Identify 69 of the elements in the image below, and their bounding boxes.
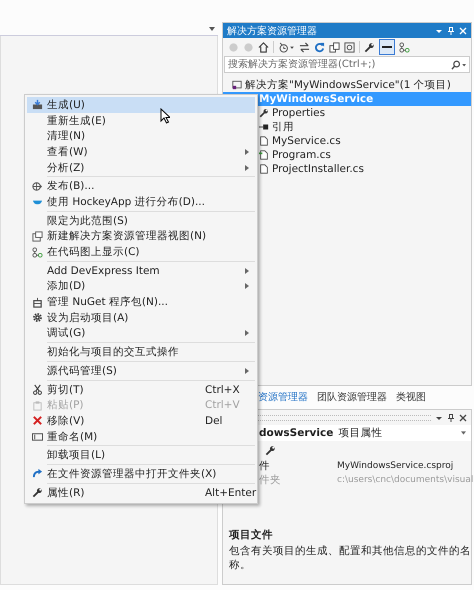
tree-item[interactable]: MyService.cs: [272, 135, 341, 147]
code-map-icon[interactable]: [399, 42, 410, 52]
menu-item[interactable]: 发布(B)...: [27, 178, 255, 194]
delete-icon: [32, 415, 42, 426]
tab[interactable]: 资源管理器: [258, 390, 308, 404]
tree-item[interactable]: Program.cs: [272, 149, 331, 161]
reference-icon: [259, 122, 269, 132]
panel-title: 解决方案资源管理器: [227, 24, 318, 38]
gear-icon: [32, 312, 42, 324]
description-text: 包含有关项目的生成、配置和其他信息的文件的名称。: [229, 544, 471, 572]
wrench-icon[interactable]: [364, 42, 375, 52]
sync-icon[interactable]: [299, 42, 310, 52]
rename-icon: [32, 431, 42, 442]
file-icon: [259, 136, 269, 146]
tab[interactable]: 类视图: [396, 390, 426, 404]
history-icon[interactable]: [278, 42, 295, 52]
menu-item[interactable]: 使用 HockeyApp 进行分布(D)...: [27, 194, 255, 210]
menu-item[interactable]: 添加(D): [27, 278, 255, 294]
menu-item[interactable]: 限定为此范围(S): [27, 212, 255, 228]
wrench-icon[interactable]: [265, 444, 276, 456]
wrench-icon: [259, 108, 269, 118]
refresh-icon[interactable]: [314, 42, 325, 52]
menu-item[interactable]: 属性(R) Alt+Enter: [27, 484, 255, 500]
copy-icon[interactable]: [329, 42, 340, 52]
property-value: MyWindowsService.csproj: [337, 461, 454, 471]
mouse-pointer-icon: [160, 108, 170, 124]
menu-item[interactable]: 重新生成(E): [27, 112, 255, 128]
scissors-icon: [32, 384, 42, 396]
clipboard-icon: [32, 400, 42, 411]
pin-icon[interactable]: [447, 414, 455, 422]
close-icon[interactable]: [459, 414, 467, 422]
menu-item[interactable]: 清理(N): [27, 128, 255, 144]
tree-item[interactable]: Properties: [272, 107, 326, 119]
menu-item[interactable]: 管理 NuGet 程序包(N)...: [27, 294, 255, 310]
menu-item[interactable]: Add DevExpress Item: [27, 262, 255, 279]
property-name: 件夹: [259, 473, 282, 487]
menu-item[interactable]: 设为启动项目(A): [27, 310, 255, 326]
menu-item[interactable]: 剪切(T) Ctrl+X: [27, 382, 255, 398]
property-name: 件: [259, 459, 271, 473]
menu-item[interactable]: 生成(U): [27, 97, 255, 113]
globe-icon: [32, 180, 42, 192]
menu-item[interactable]: 查看(W): [27, 144, 255, 160]
menu-item[interactable]: 调试(G): [27, 326, 255, 342]
collapse-icon[interactable]: [379, 39, 395, 55]
code-map-icon: [32, 246, 42, 258]
menu-item[interactable]: 分析(Z): [27, 160, 255, 176]
tree-item[interactable]: ProjectInstaller.cs: [272, 163, 364, 175]
tree-item[interactable]: 解决方案"MyWindowsService"(1 个项目): [245, 78, 451, 92]
window-icon: [32, 230, 42, 242]
description-title: 项目文件: [229, 528, 274, 542]
tab[interactable]: 团队资源管理器: [317, 390, 387, 404]
show-all-icon[interactable]: [344, 42, 355, 52]
wrench-icon: [32, 487, 42, 498]
menu-item[interactable]: 卸载项目(L): [27, 447, 255, 464]
property-value: c:\users\cnc\documents\visual: [337, 475, 474, 485]
menu-item[interactable]: 源代码管理(S): [27, 363, 255, 379]
build-icon: [32, 99, 42, 110]
package-icon: [32, 296, 42, 308]
search-icon[interactable]: [451, 60, 466, 70]
home-icon[interactable]: [258, 42, 269, 52]
dropdown-caret-icon[interactable]: [461, 431, 466, 435]
dropdown-caret-icon[interactable]: [209, 26, 215, 30]
menu-item[interactable]: 在代码图上显示(C): [27, 244, 255, 260]
tree-item[interactable]: 引用: [272, 120, 294, 134]
menu-item[interactable]: 初始化与项目的交互式操作: [27, 344, 255, 360]
menu-item[interactable]: 在文件资源管理器中打开文件夹(X): [27, 466, 255, 482]
solution-icon: [232, 80, 242, 90]
menu-item[interactable]: 新建解决方案资源管理器视图(N): [27, 228, 255, 244]
redo-arrow-icon: [32, 468, 42, 480]
